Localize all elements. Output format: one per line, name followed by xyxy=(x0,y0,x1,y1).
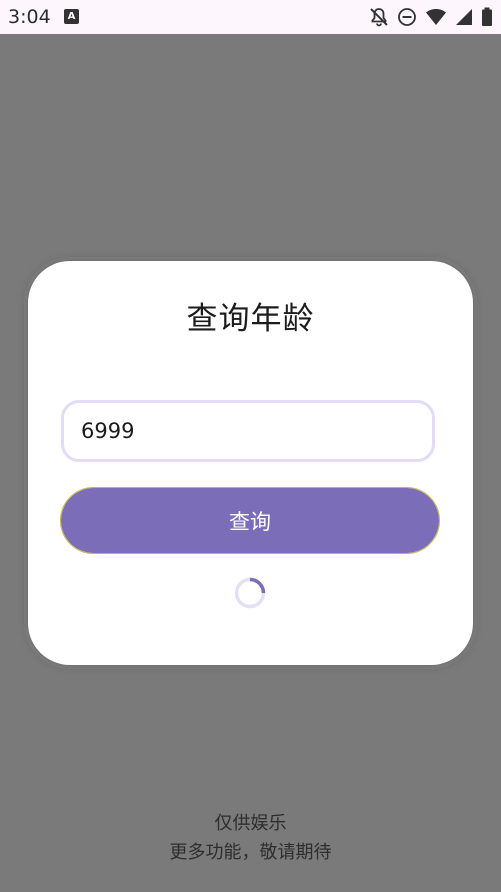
footer-line-more-features: 更多功能，敬请期待 xyxy=(169,842,332,863)
wifi-icon xyxy=(426,9,446,25)
age-input[interactable] xyxy=(61,400,435,462)
loading-spinner-icon xyxy=(234,577,266,609)
status-icons xyxy=(369,6,493,28)
dialog-title: 查询年龄 xyxy=(186,301,315,337)
do-not-disturb-icon xyxy=(398,8,416,26)
notifications-off-icon xyxy=(370,8,388,27)
signal-icon xyxy=(456,9,472,25)
status-time: 3:04 xyxy=(8,6,51,28)
keyboard-a-icon: A xyxy=(64,9,79,24)
battery-icon xyxy=(482,7,492,26)
age-query-dialog: 查询年龄 查询 xyxy=(28,261,473,665)
footer-line-entertainment: 仅供娱乐 xyxy=(214,813,287,834)
footer-text: 仅供娱乐 更多功能，敬请期待 xyxy=(0,809,501,867)
status-bar: 3:04 A xyxy=(0,0,501,34)
query-button[interactable]: 查询 xyxy=(60,487,440,554)
